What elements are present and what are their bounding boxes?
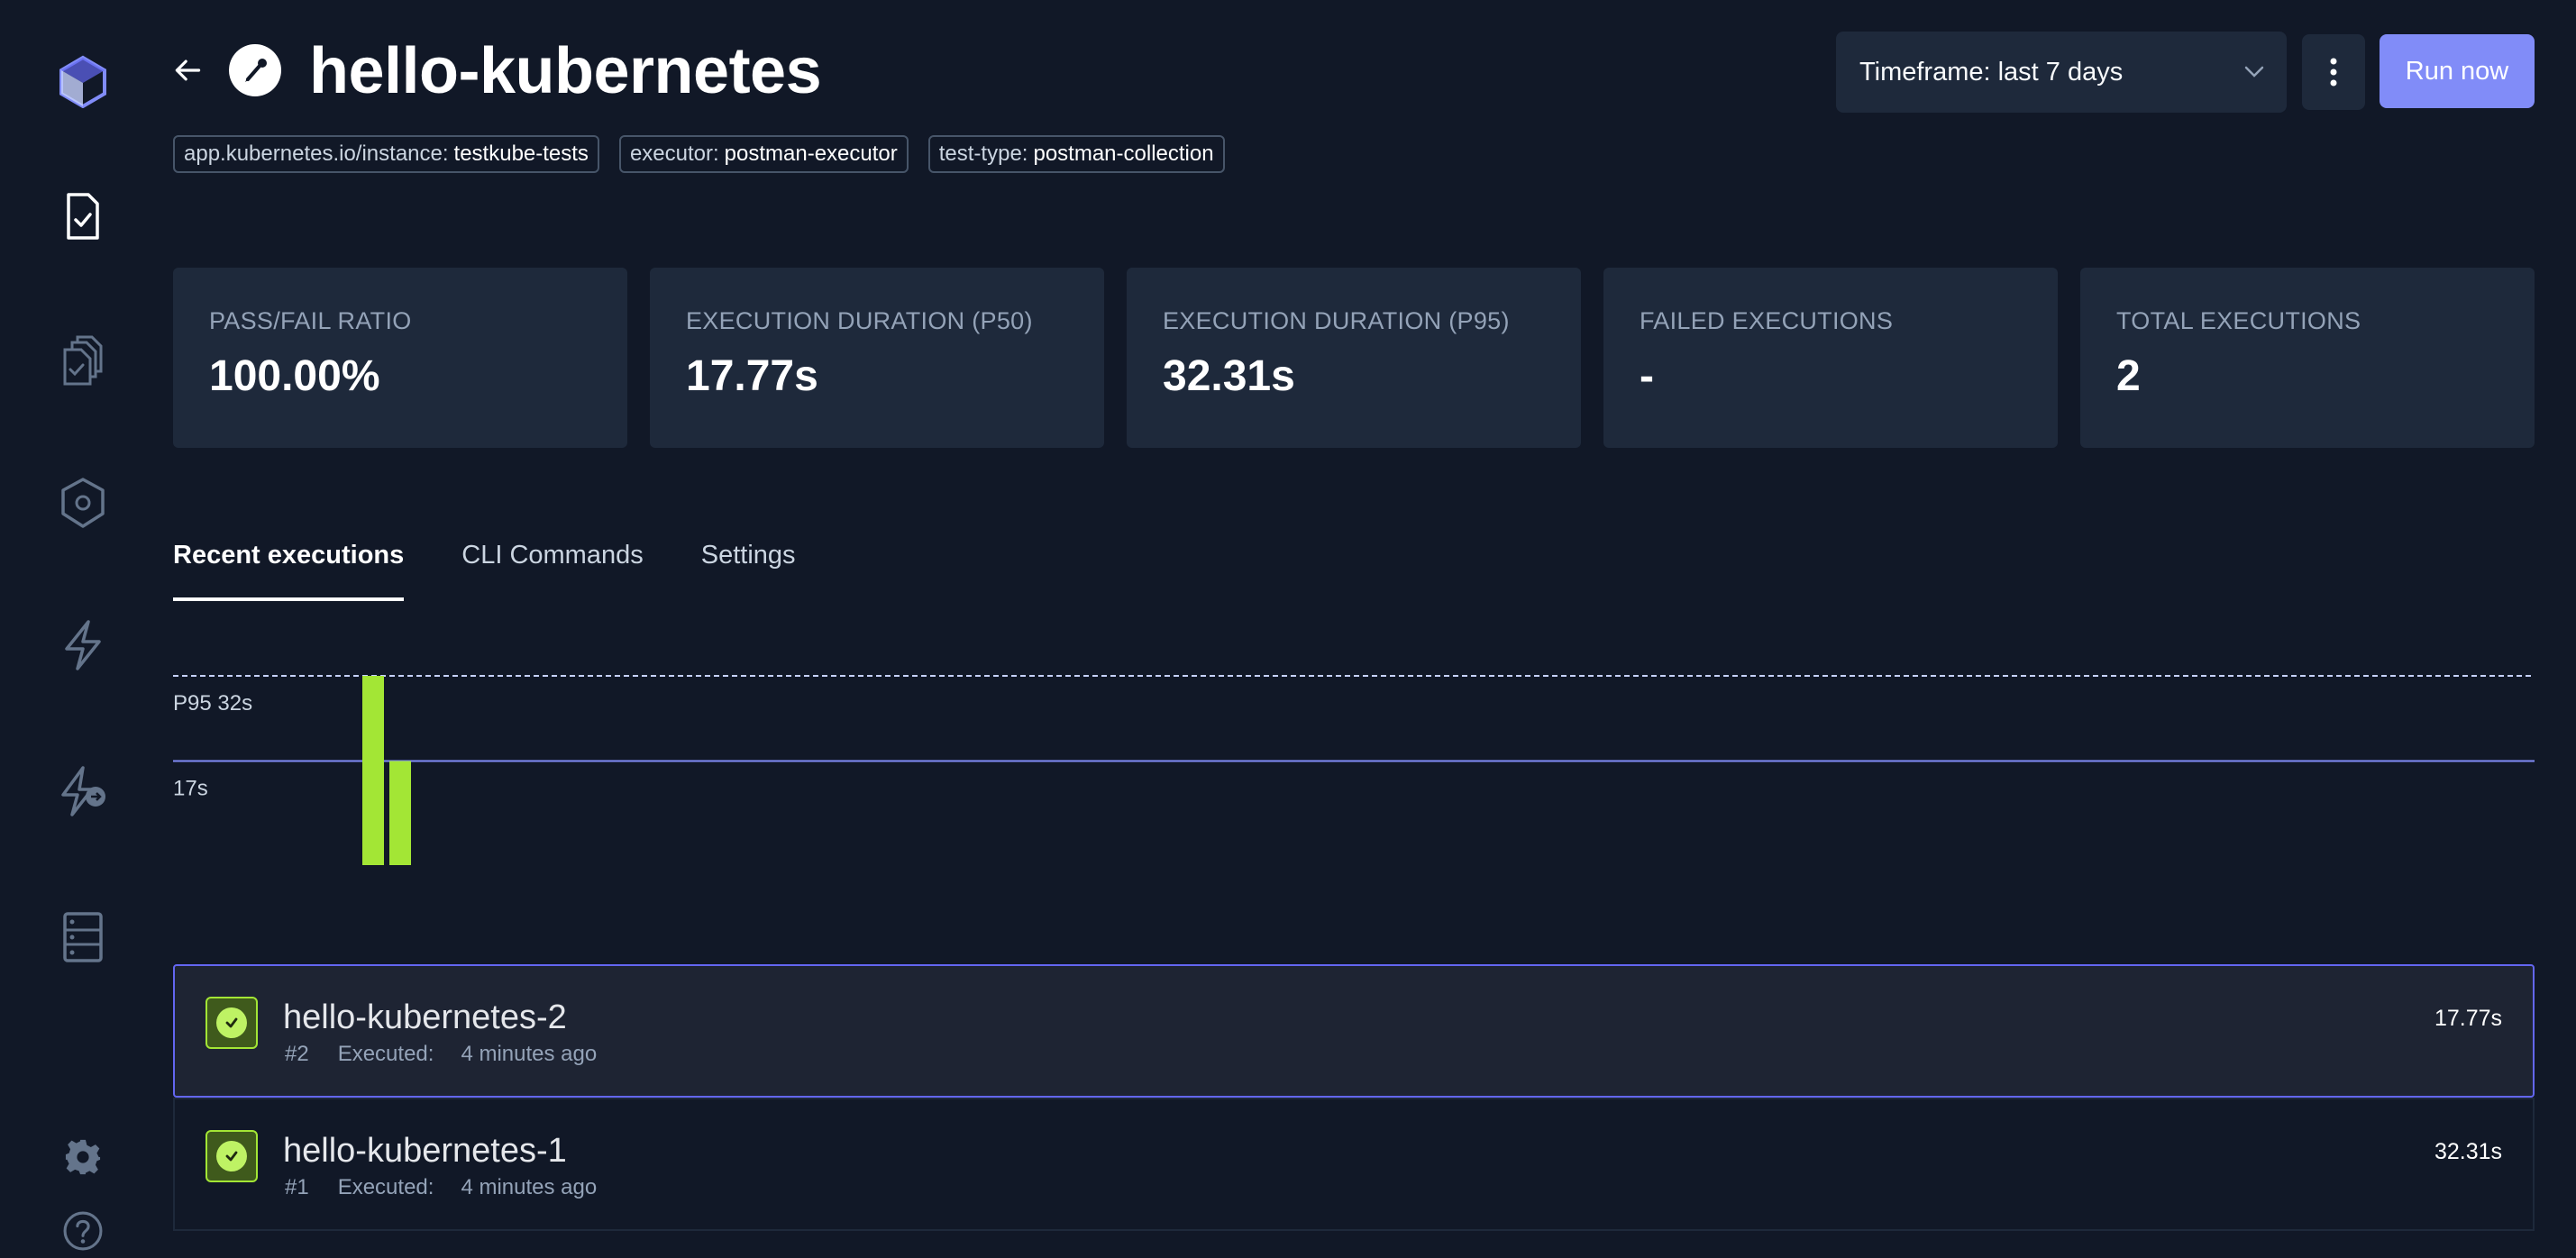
metric-total-executions: TOTAL EXECUTIONS 2 — [2080, 268, 2535, 448]
metric-label: TOTAL EXECUTIONS — [2116, 307, 2361, 334]
execution-bar[interactable] — [389, 761, 411, 865]
metric-value: - — [1640, 352, 1654, 400]
help-icon-svg — [63, 1211, 103, 1251]
reference-line-label: P95 32s — [173, 691, 252, 716]
execution-meta: #1 Executed: 4 minutes ago — [285, 1175, 597, 1200]
tests-icon[interactable] — [43, 177, 123, 256]
metric-label: PASS/FAIL RATIO — [209, 307, 412, 334]
check-icon — [225, 1151, 238, 1162]
chart-svg: P95 32s 17s — [173, 675, 2535, 865]
execution-duration: 17.77s — [2434, 1006, 2502, 1031]
vertical-dots-icon — [2330, 58, 2337, 87]
metric-pass-fail-ratio: PASS/FAIL RATIO 100.00% — [173, 268, 627, 448]
webhooks-icon[interactable] — [43, 752, 123, 831]
back-button[interactable] — [168, 50, 207, 90]
webhooks-icon-svg — [61, 766, 105, 816]
metric-value: 32.31s — [1163, 352, 1295, 400]
test-labels: app.kubernetes.io/instance: testkube-tes… — [173, 135, 1225, 173]
tab-cli-commands[interactable]: CLI Commands — [461, 541, 643, 601]
postman-icon-svg — [245, 59, 267, 82]
label-chip-test-type: test-type: postman-collection — [927, 135, 1225, 173]
executed-label: Executed: — [337, 1175, 434, 1199]
metric-failed-executions: FAILED EXECUTIONS - — [1603, 268, 2058, 448]
executed-time: 4 minutes ago — [461, 1042, 598, 1066]
back-arrow-icon — [175, 59, 201, 81]
sidebar — [0, 0, 166, 1258]
timeframe-value: Timeframe: last 7 days — [1859, 57, 2124, 87]
postman-icon — [229, 44, 281, 96]
executors-icon-svg — [61, 478, 105, 528]
execution-row[interactable]: hello-kubernetes-1 #1 Executed: 4 minute… — [173, 1098, 2535, 1231]
reference-line-label: 17s — [173, 777, 208, 801]
metric-label: FAILED EXECUTIONS — [1640, 307, 1894, 334]
metric-label: EXECUTION DURATION (P50) — [686, 307, 1033, 334]
metric-value: 17.77s — [686, 352, 818, 400]
tab-recent-executions[interactable]: Recent executions — [173, 541, 405, 601]
execution-number: #2 — [285, 1042, 309, 1066]
tab-settings[interactable]: Settings — [701, 541, 796, 601]
tests-icon-svg — [67, 193, 99, 240]
execution-meta: #2 Executed: 4 minutes ago — [285, 1042, 597, 1067]
metric-value: 2 — [2116, 352, 2141, 400]
page-title: hello-kubernetes — [309, 35, 822, 107]
sources-icon-svg — [63, 912, 103, 962]
test-suites-icon[interactable] — [43, 321, 123, 400]
executions-list: hello-kubernetes-2 #2 Executed: 4 minute… — [173, 964, 2535, 1231]
label-key: executor: — [629, 141, 719, 166]
label-value: testkube-tests — [453, 141, 589, 166]
test-suites-icon-svg — [63, 335, 103, 386]
metric-label: EXECUTION DURATION (P95) — [1163, 307, 1510, 334]
sources-icon[interactable] — [43, 898, 123, 977]
label-key: test-type: — [938, 141, 1028, 166]
execution-row[interactable]: hello-kubernetes-2 #2 Executed: 4 minute… — [173, 964, 2535, 1098]
run-now-button[interactable]: Run now — [2380, 34, 2535, 108]
label-value: postman-executor — [724, 141, 898, 166]
help-icon[interactable] — [43, 1191, 123, 1258]
executed-label: Executed: — [337, 1042, 434, 1066]
settings-gear-icon[interactable] — [43, 1117, 123, 1197]
check-icon — [225, 1017, 238, 1028]
settings-gear-icon-svg — [65, 1139, 101, 1175]
metric-duration-p50: EXECUTION DURATION (P50) 17.77s — [650, 268, 1104, 448]
status-passed-badge — [206, 1130, 258, 1182]
label-chip-executor: executor: postman-executor — [618, 135, 909, 173]
execution-duration: 32.31s — [2434, 1139, 2502, 1164]
execution-number: #1 — [285, 1175, 309, 1199]
check-circle-icon — [216, 1141, 247, 1171]
metric-duration-p95: EXECUTION DURATION (P95) 32.31s — [1127, 268, 1581, 448]
executors-icon[interactable] — [43, 463, 123, 542]
execution-bar[interactable] — [362, 676, 384, 865]
triggers-icon[interactable] — [43, 606, 123, 685]
executions-duration-chart: P95 32s 17s — [173, 667, 2535, 874]
tab-bar: Recent executions CLI Commands Settings — [173, 541, 796, 601]
label-chip-instance: app.kubernetes.io/instance: testkube-tes… — [173, 135, 599, 173]
status-passed-badge — [206, 997, 258, 1049]
chevron-down-icon — [2244, 66, 2264, 77]
label-value: postman-collection — [1033, 141, 1214, 166]
timeframe-select[interactable]: Timeframe: last 7 days — [1836, 32, 2287, 113]
testkube-logo-icon-svg — [59, 55, 106, 108]
executed-time: 4 minutes ago — [461, 1175, 598, 1199]
execution-name: hello-kubernetes-2 — [283, 998, 567, 1036]
triggers-icon-svg — [65, 620, 101, 670]
check-circle-icon — [216, 1007, 247, 1038]
metric-value: 100.00% — [209, 352, 380, 400]
metrics-summary: PASS/FAIL RATIO 100.00% EXECUTION DURATI… — [173, 268, 2535, 448]
testkube-logo-icon[interactable] — [43, 41, 123, 121]
execution-name: hello-kubernetes-1 — [283, 1132, 567, 1170]
label-key: app.kubernetes.io/instance: — [184, 141, 449, 166]
more-options-button[interactable] — [2302, 34, 2365, 110]
